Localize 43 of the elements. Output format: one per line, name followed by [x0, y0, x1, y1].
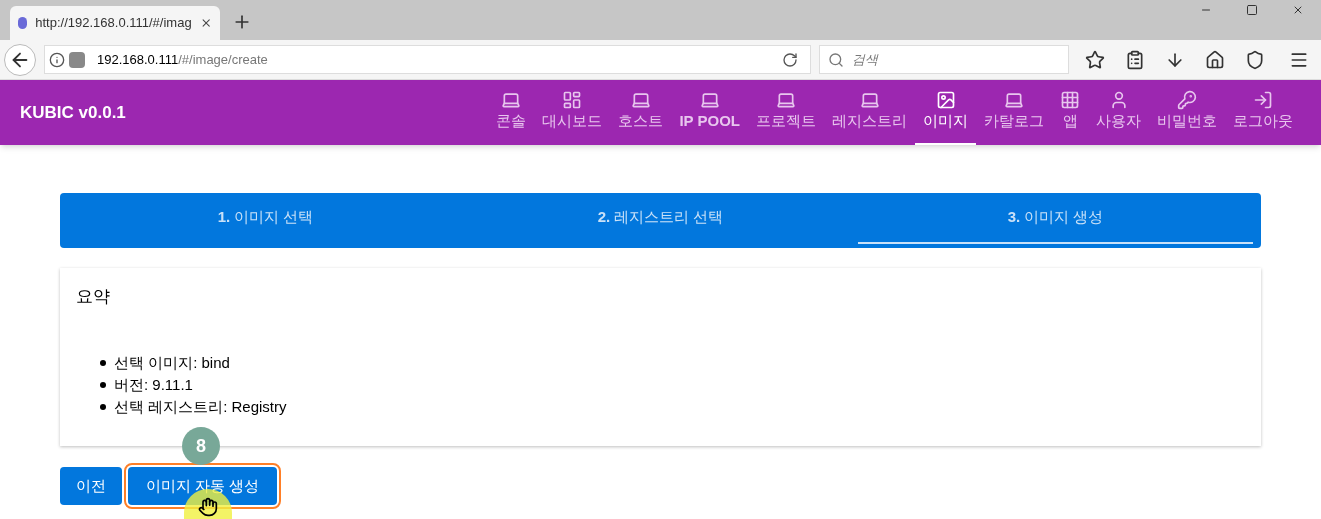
search-placeholder: 검색: [852, 50, 878, 69]
step-tab[interactable]: 3. 이미지 생성: [858, 193, 1253, 244]
nav-item[interactable]: 호스트: [610, 80, 672, 145]
nav-item[interactable]: 대시보드: [534, 80, 611, 145]
bullet-icon: [100, 381, 106, 388]
step-tab[interactable]: 2. 레지스트리 선택: [463, 193, 858, 244]
home-icon[interactable]: [1205, 49, 1225, 70]
step-tab[interactable]: 1. 이미지 선택: [68, 193, 463, 244]
nav-item[interactable]: IP POOL: [671, 80, 748, 145]
browser-tab[interactable]: http://192.168.0.111/#/imag: [10, 6, 220, 40]
nav-item[interactable]: 프로젝트: [748, 80, 824, 145]
grid-icon: [1060, 90, 1080, 111]
reload-icon[interactable]: [782, 51, 798, 68]
bullet-icon: [100, 359, 106, 366]
nav-item[interactable]: 로그아웃: [1225, 80, 1301, 145]
search-field[interactable]: 검색: [819, 45, 1069, 74]
key-icon: [1177, 90, 1197, 111]
url-text: 192.168.0.111/#/image/create: [97, 50, 268, 69]
nav-item[interactable]: 레지스트리: [824, 80, 915, 145]
bullet-icon: [100, 403, 106, 410]
nav-item[interactable]: 카탈로그: [976, 80, 1052, 145]
nav-item[interactable]: 콘솔: [488, 80, 535, 145]
action-button[interactable]: 이전: [60, 467, 122, 505]
app-title: KUBIC v0.0.1: [20, 101, 126, 124]
card-title: 요약: [76, 286, 111, 308]
summary-item: 선택 레지스트리: Registry: [114, 396, 287, 417]
address-field[interactable]: 192.168.0.111/#/image/create: [44, 45, 811, 74]
favicon-icon: [18, 17, 28, 29]
tab-title: http://192.168.0.111/#/imag: [35, 14, 192, 33]
nav-item[interactable]: 앱: [1052, 80, 1088, 145]
search-icon: [828, 51, 844, 68]
logout-icon: [1253, 90, 1273, 111]
image-icon: [935, 90, 956, 111]
list-icon[interactable]: [1125, 49, 1145, 70]
summary-item: 선택 이미지: bind: [114, 352, 230, 373]
nav-item[interactable]: 비밀번호: [1149, 80, 1225, 145]
nav-item[interactable]: 사용자: [1088, 80, 1149, 145]
info-icon: [49, 51, 65, 68]
nav-item[interactable]: 이미지: [915, 80, 976, 145]
summary-item: 버전: 9.11.1: [114, 374, 193, 395]
back-icon[interactable]: [4, 43, 36, 76]
dashboard-icon: [562, 90, 583, 111]
star-icon[interactable]: [1085, 49, 1105, 70]
